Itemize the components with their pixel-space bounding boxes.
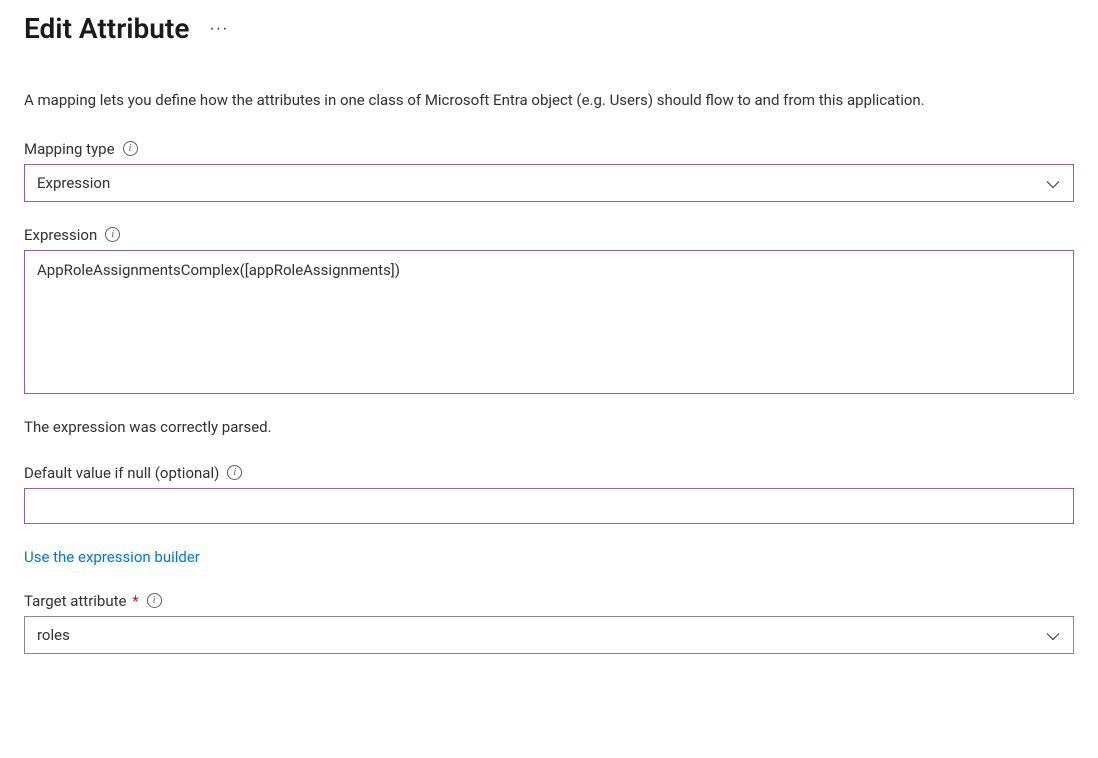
page-title: Edit Attribute xyxy=(24,12,189,45)
info-icon[interactable]: i xyxy=(123,141,138,156)
expression-label: Expression xyxy=(24,226,97,244)
expression-textarea[interactable] xyxy=(24,250,1074,394)
mapping-type-field: Mapping type i Expression xyxy=(24,140,1074,202)
expression-builder-link[interactable]: Use the expression builder xyxy=(24,548,200,566)
target-attribute-value: roles xyxy=(37,626,70,644)
info-icon[interactable]: i xyxy=(147,593,162,608)
info-icon[interactable]: i xyxy=(105,227,120,242)
mapping-type-label: Mapping type xyxy=(24,140,115,158)
target-attribute-label: Target attribute * xyxy=(24,592,139,610)
info-icon[interactable]: i xyxy=(227,465,242,480)
expression-status: The expression was correctly parsed. xyxy=(24,418,1074,436)
default-value-label: Default value if null (optional) xyxy=(24,464,219,482)
page-description: A mapping lets you define how the attrib… xyxy=(24,89,1074,112)
target-attribute-field: Target attribute * i roles xyxy=(24,592,1074,654)
ellipsis-icon: ··· xyxy=(209,20,228,37)
required-indicator: * xyxy=(129,592,139,610)
default-value-input[interactable] xyxy=(24,488,1074,524)
mapping-type-select[interactable]: Expression xyxy=(24,164,1074,202)
default-value-field: Default value if null (optional) i xyxy=(24,464,1074,524)
target-attribute-select[interactable]: roles xyxy=(24,616,1074,654)
mapping-type-value: Expression xyxy=(37,174,110,192)
more-actions-button[interactable]: ··· xyxy=(205,17,232,41)
expression-field: Expression i xyxy=(24,226,1074,398)
